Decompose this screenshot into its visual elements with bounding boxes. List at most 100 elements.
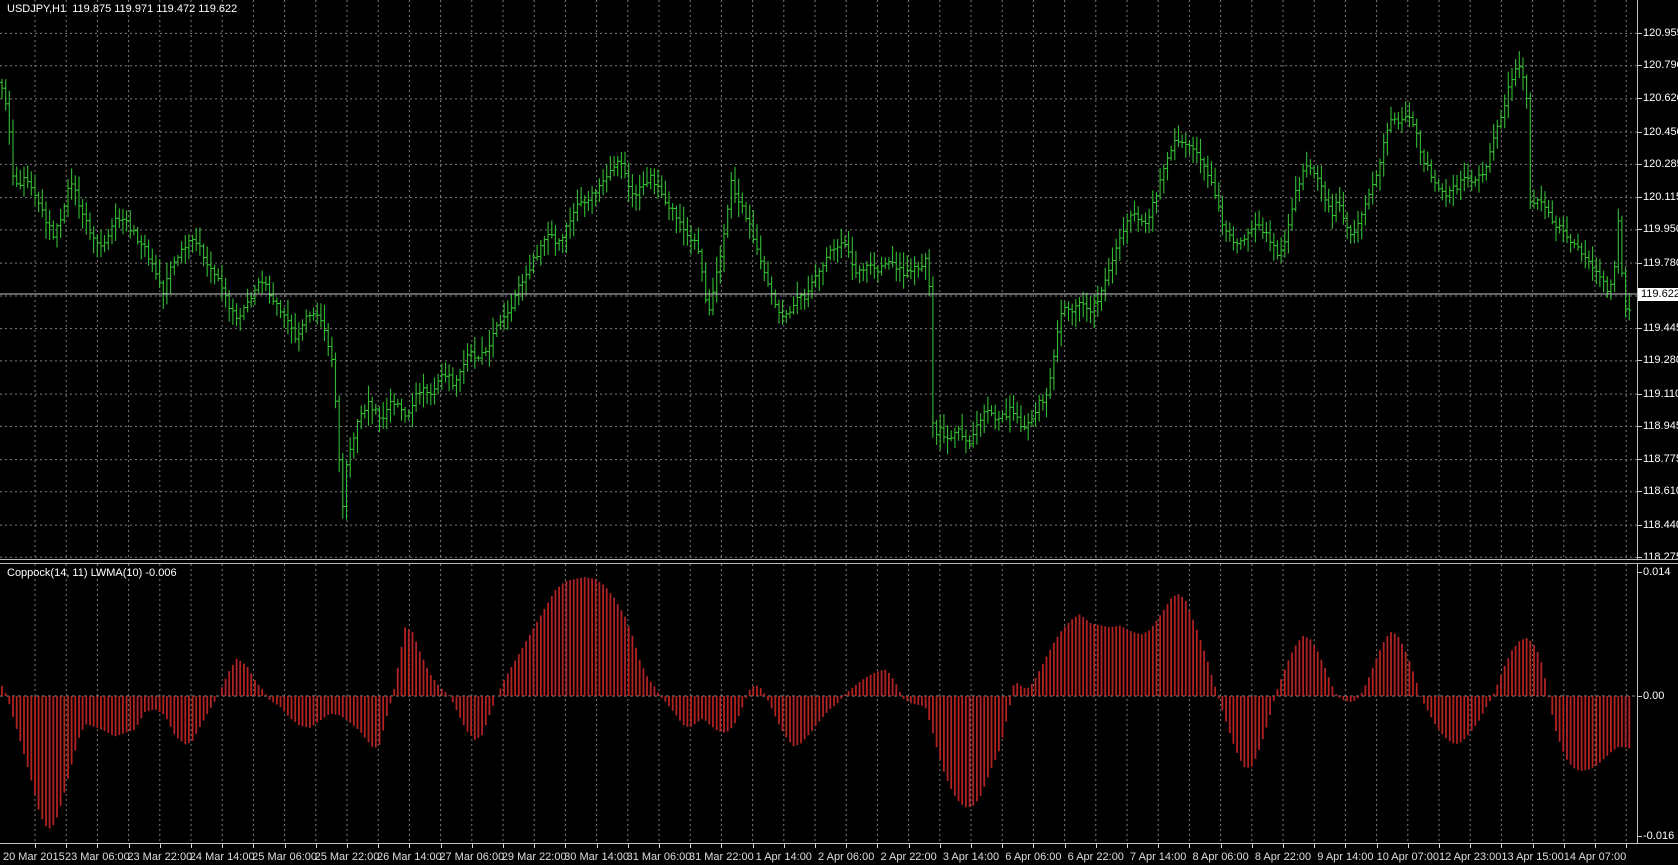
time-axis-tick xyxy=(378,844,380,848)
time-axis-tick xyxy=(347,844,348,848)
price-axis-label: 118.945 xyxy=(1643,419,1678,432)
price-axis-tick xyxy=(1638,459,1642,461)
time-axis-tick xyxy=(783,844,785,848)
price-axis-tick xyxy=(1638,131,1642,133)
time-axis-tick xyxy=(596,844,598,848)
price-axis-tick xyxy=(1638,556,1642,558)
time-axis-label: 20 Mar 2015 xyxy=(3,851,65,863)
time-axis-tick xyxy=(1064,844,1066,848)
time-axis[interactable]: 20 Mar 2015 23 Mar 06:00 23 Mar 22:00 24 Ma… xyxy=(0,843,1678,865)
time-axis-tick xyxy=(752,844,754,848)
time-axis-label: 8 Apr 06:00 xyxy=(1192,851,1249,863)
time-axis-tick xyxy=(534,844,536,848)
time-axis-label: 6 Apr 22:00 xyxy=(1067,851,1124,863)
indicator-axis[interactable]: 0.014 0.00 -0.016 xyxy=(1637,564,1678,843)
time-axis-tick xyxy=(1033,844,1035,848)
time-axis-tick xyxy=(1563,844,1565,848)
price-axis-tick xyxy=(1638,229,1642,231)
time-axis-tick xyxy=(1314,844,1316,848)
indicator-name-label: Coppock(14, 11) LWMA(10) xyxy=(7,567,143,579)
time-axis-label: 14 Apr 07:00 xyxy=(1563,851,1627,863)
time-axis-tick xyxy=(1595,844,1596,848)
time-axis-tick xyxy=(1501,844,1503,848)
time-axis-tick xyxy=(159,844,161,848)
time-axis-tick xyxy=(565,844,567,848)
time-axis-tick xyxy=(253,844,255,848)
price-axis-tick xyxy=(1638,491,1642,493)
price-axis-label: 119.780 xyxy=(1643,256,1678,269)
indicator-axis-tick xyxy=(1638,836,1642,838)
indicator-current-value: -0.006 xyxy=(145,567,177,579)
price-axis-label: 118.775 xyxy=(1643,453,1678,466)
price-axis-label: 118.610 xyxy=(1643,485,1678,498)
time-axis-label: 9 Apr 14:00 xyxy=(1317,851,1374,863)
time-axis-label: 3 Apr 14:00 xyxy=(942,851,1000,863)
time-axis-tick xyxy=(877,844,879,848)
chart-window: USDJPY,H1 119.875 119.971 119.472 119.62… xyxy=(0,0,1678,865)
time-axis-label: 7 Apr 14:00 xyxy=(1130,851,1187,863)
time-axis-label: 23 Mar 06:00 xyxy=(64,851,130,863)
coppock-histogram-bars xyxy=(1,577,1631,829)
time-axis-tick xyxy=(315,844,317,848)
time-axis-label: 30 Mar 14:00 xyxy=(564,851,630,863)
time-axis-tick xyxy=(97,844,99,848)
time-axis-label: 31 Mar 22:00 xyxy=(688,851,754,863)
time-axis-label: 8 Apr 22:00 xyxy=(1254,851,1312,863)
low-value: 119.472 xyxy=(156,3,196,15)
indicator-header: Coppock(14, 11) LWMA(10) -0.006 xyxy=(7,567,177,579)
time-axis-label: 10 Apr 07:00 xyxy=(1376,851,1439,863)
time-axis-tick xyxy=(1407,844,1409,848)
price-axis-label: 119.280 xyxy=(1643,354,1678,367)
time-axis-label: 31 Mar 06:00 xyxy=(626,851,692,863)
indicator-axis-tick xyxy=(1638,695,1642,697)
time-axis-label: 26 Mar 14:00 xyxy=(376,851,442,863)
price-axis-label: 119.110 xyxy=(1643,387,1678,400)
time-axis-label: 29 Mar 22:00 xyxy=(501,851,567,863)
time-axis-label: 24 Mar 14:00 xyxy=(189,851,255,863)
time-axis-tick xyxy=(1127,844,1128,848)
time-axis-tick xyxy=(815,844,816,848)
time-axis-label: 27 Mar 06:00 xyxy=(439,851,505,863)
symbol-period-label: USDJPY,H1 xyxy=(7,3,67,15)
time-axis-tick xyxy=(1283,844,1284,848)
time-axis-tick xyxy=(1345,844,1347,848)
price-axis-tick xyxy=(1638,197,1642,199)
time-axis-label: 25 Mar 22:00 xyxy=(314,851,380,863)
indicator-axis-tick xyxy=(1638,572,1642,574)
price-axis-tick xyxy=(1638,328,1642,330)
price-axis-label: 119.445 xyxy=(1643,322,1678,335)
price-axis[interactable]: 120.955 120.790 120.620 120.450 120.285 120.1… xyxy=(1637,0,1678,562)
time-axis-label: 2 Apr 06:00 xyxy=(818,851,875,863)
indicator-canvas[interactable] xyxy=(0,564,1637,843)
indicator-axis-label: 0.014 xyxy=(1643,566,1671,579)
time-axis-tick xyxy=(1189,844,1191,848)
time-axis-tick xyxy=(1376,844,1378,848)
time-axis-label: 6 Apr 06:00 xyxy=(1005,851,1062,863)
time-axis-tick xyxy=(128,844,130,848)
time-axis-tick xyxy=(846,844,848,848)
time-axis-tick xyxy=(35,844,36,848)
vertical-gridlines xyxy=(34,0,1627,559)
price-axis-tick xyxy=(1638,32,1642,34)
price-axis-label: 119.950 xyxy=(1643,223,1678,236)
time-axis-tick xyxy=(627,844,629,848)
time-axis-tick xyxy=(66,844,68,848)
close-value: 119.622 xyxy=(198,3,238,15)
time-axis-tick xyxy=(908,844,910,848)
time-axis-tick xyxy=(1626,844,1628,848)
price-axis-tick xyxy=(1638,65,1642,67)
price-axis-tick xyxy=(1638,262,1642,264)
price-axis-label: 120.115 xyxy=(1643,191,1678,204)
time-axis-tick xyxy=(690,844,692,848)
time-axis-label: 23 Mar 22:00 xyxy=(127,851,193,863)
symbol-ohlc-header: USDJPY,H1 119.875 119.971 119.472 119.62… xyxy=(7,3,237,15)
time-axis-tick xyxy=(939,844,941,848)
time-axis-label: 12 Apr 23:00 xyxy=(1438,851,1502,863)
current-price-value: 119.622 xyxy=(1641,287,1678,300)
price-axis-tick xyxy=(1638,360,1642,362)
open-value: 119.875 xyxy=(72,3,112,15)
time-axis-tick xyxy=(1220,844,1222,848)
price-axis-label: 120.285 xyxy=(1643,157,1678,170)
time-axis-tick xyxy=(721,844,723,848)
main-chart-canvas[interactable] xyxy=(0,0,1637,559)
